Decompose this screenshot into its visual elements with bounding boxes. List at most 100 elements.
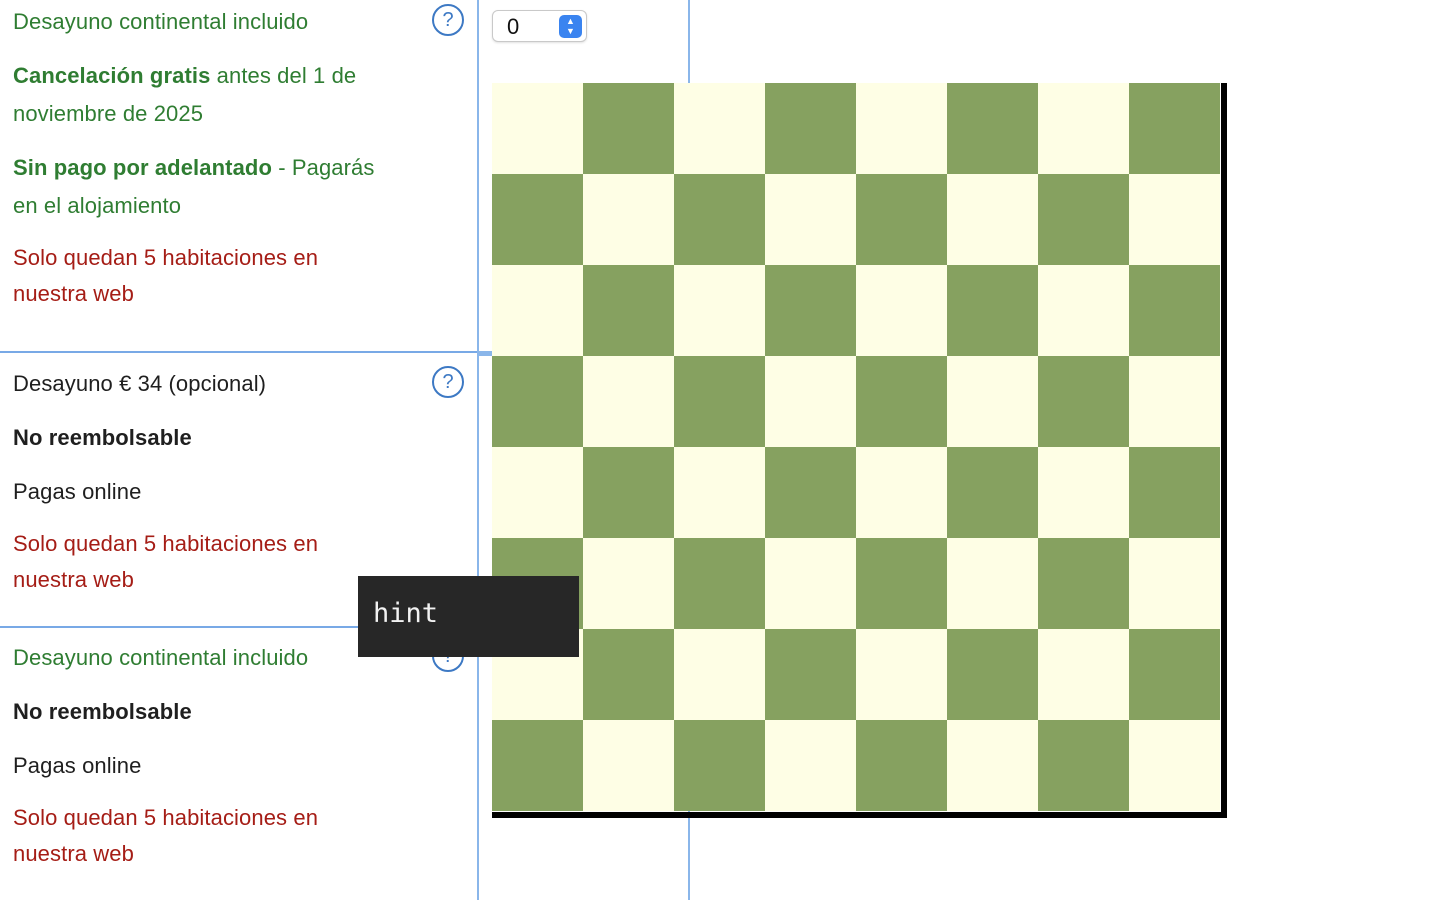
board-square-dark bbox=[583, 265, 674, 356]
board-square-light bbox=[1129, 720, 1220, 811]
board-square-dark bbox=[1038, 174, 1129, 265]
board-square-light bbox=[856, 629, 947, 720]
offer-line: nuestra web bbox=[13, 835, 134, 872]
offer-text: Solo quedan 5 habitaciones en bbox=[13, 245, 319, 270]
offer-line: No reembolsable bbox=[13, 693, 192, 730]
board-square-light bbox=[765, 538, 856, 629]
offer-line: Solo quedan 5 habitaciones en bbox=[13, 525, 318, 562]
board-square-dark bbox=[674, 538, 765, 629]
offer-text: Sin pago por adelantado bbox=[13, 155, 272, 180]
board-square-dark bbox=[856, 356, 947, 447]
board-square-light bbox=[856, 83, 947, 174]
offer-text: Desayuno continental incluido bbox=[13, 645, 309, 670]
offer-text: No reembolsable bbox=[13, 699, 192, 724]
offer-divider bbox=[0, 351, 492, 353]
board-square-light bbox=[1038, 265, 1129, 356]
board-square-dark bbox=[583, 83, 674, 174]
offer-line: nuestra web bbox=[13, 275, 134, 312]
board-square-dark bbox=[947, 83, 1038, 174]
board-square-light bbox=[947, 720, 1038, 811]
room-offers-column: Desayuno continental incluido Cancelación… bbox=[0, 0, 492, 900]
offer-text: nuestra web bbox=[13, 281, 134, 306]
checkerboard bbox=[492, 83, 1227, 818]
hint-tooltip: hint bbox=[358, 576, 579, 657]
offer-text: noviembre de 2025 bbox=[13, 101, 204, 126]
board-square-dark bbox=[1038, 538, 1129, 629]
board-square-light bbox=[583, 356, 674, 447]
board-square-dark bbox=[1129, 265, 1220, 356]
offer-line: Sin pago por adelantado - Pagarás bbox=[13, 149, 374, 186]
board-square-light bbox=[765, 720, 856, 811]
board-square-dark bbox=[947, 265, 1038, 356]
offer-line: Solo quedan 5 habitaciones en bbox=[13, 239, 318, 276]
question-circle-icon[interactable]: ? bbox=[432, 4, 464, 36]
board-square-light bbox=[1038, 629, 1129, 720]
board-square-light bbox=[856, 265, 947, 356]
offer-line: Pagas online bbox=[13, 473, 141, 510]
board-square-light bbox=[583, 174, 674, 265]
offer-text: Solo quedan 5 habitaciones en bbox=[13, 805, 319, 830]
board-square-dark bbox=[856, 174, 947, 265]
board-square-dark bbox=[674, 356, 765, 447]
quantity-stepper[interactable]: 0 ▲ ▼ bbox=[492, 10, 587, 42]
offer-text: nuestra web bbox=[13, 841, 134, 866]
board-square-dark bbox=[1038, 720, 1129, 811]
board-square-dark bbox=[856, 720, 947, 811]
board-square-dark bbox=[674, 720, 765, 811]
offer-text: Pagas online bbox=[13, 479, 142, 504]
offer-text: Pagas online bbox=[13, 753, 142, 778]
board-square-light bbox=[765, 356, 856, 447]
offer-text: antes del 1 de bbox=[210, 63, 357, 88]
board-square-dark bbox=[492, 720, 583, 811]
board-square-light bbox=[856, 447, 947, 538]
board-square-light bbox=[674, 447, 765, 538]
board-square-light bbox=[674, 629, 765, 720]
offer-text: en el alojamiento bbox=[13, 193, 182, 218]
board-square-dark bbox=[1129, 447, 1220, 538]
board-square-light bbox=[583, 720, 674, 811]
up-down-chevron-icon[interactable]: ▲ ▼ bbox=[559, 15, 582, 38]
offer-text: No reembolsable bbox=[13, 425, 192, 450]
board-square-dark bbox=[583, 629, 674, 720]
offer-line: Desayuno continental incluido bbox=[13, 639, 308, 676]
board-square-light bbox=[1129, 174, 1220, 265]
board-square-dark bbox=[1038, 356, 1129, 447]
offer-line: noviembre de 2025 bbox=[13, 95, 203, 132]
question-circle-icon[interactable]: ? bbox=[432, 366, 464, 398]
offer-text: nuestra web bbox=[13, 567, 134, 592]
board-square-light bbox=[674, 83, 765, 174]
board-square-light bbox=[1038, 447, 1129, 538]
offer-line: Pagas online bbox=[13, 747, 141, 784]
offer-text: Solo quedan 5 habitaciones en bbox=[13, 531, 319, 556]
board-square-dark bbox=[856, 538, 947, 629]
board-square-light bbox=[674, 265, 765, 356]
resize-handle[interactable] bbox=[478, 351, 492, 356]
board-square-light bbox=[765, 174, 856, 265]
board-square-dark bbox=[492, 174, 583, 265]
offer-line: nuestra web bbox=[13, 561, 134, 598]
board-square-light bbox=[1038, 83, 1129, 174]
offer-text: Desayuno € 34 (opcional) bbox=[13, 371, 267, 396]
board-square-light bbox=[947, 538, 1038, 629]
board-square-dark bbox=[1129, 629, 1220, 720]
board-square-light bbox=[947, 174, 1038, 265]
board-square-dark bbox=[765, 629, 856, 720]
board-square-light bbox=[583, 538, 674, 629]
board-square-dark bbox=[765, 447, 856, 538]
board-square-dark bbox=[583, 447, 674, 538]
board-square-light bbox=[492, 447, 583, 538]
board-square-dark bbox=[674, 174, 765, 265]
board-square-light bbox=[492, 265, 583, 356]
board-square-dark bbox=[492, 356, 583, 447]
offer-line: Cancelación gratis antes del 1 de bbox=[13, 57, 356, 94]
offer-text: - Pagarás bbox=[271, 155, 375, 180]
offer-line: Desayuno continental incluido bbox=[13, 3, 308, 40]
tooltip-text: hint bbox=[373, 598, 439, 629]
board-square-light bbox=[1129, 538, 1220, 629]
board-square-dark bbox=[947, 629, 1038, 720]
offer-line: Solo quedan 5 habitaciones en bbox=[13, 799, 318, 836]
board-square-dark bbox=[765, 265, 856, 356]
board-square-dark bbox=[765, 83, 856, 174]
stepper-value: 0 bbox=[507, 14, 520, 39]
board-square-light bbox=[1129, 356, 1220, 447]
